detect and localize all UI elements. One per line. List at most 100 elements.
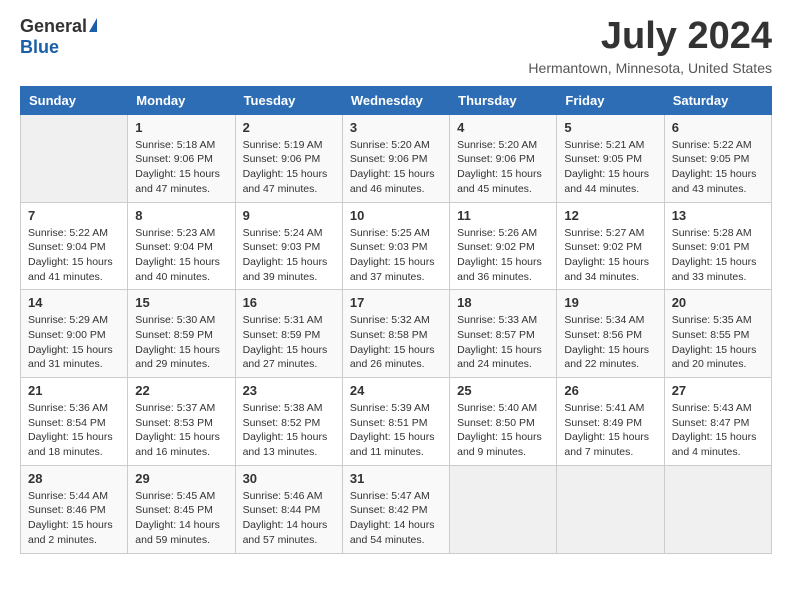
date-number: 16 xyxy=(243,295,335,310)
calendar-cell xyxy=(450,465,557,553)
calendar-cell: 26 Sunrise: 5:41 AM Sunset: 8:49 PM Dayli… xyxy=(557,378,664,466)
month-title: July 2024 xyxy=(528,16,772,58)
date-number: 19 xyxy=(564,295,656,310)
date-number: 21 xyxy=(28,383,120,398)
calendar-cell xyxy=(557,465,664,553)
date-number: 14 xyxy=(28,295,120,310)
date-number: 25 xyxy=(457,383,549,398)
cell-info: Sunrise: 5:18 AM Sunset: 9:06 PM Dayligh… xyxy=(135,138,227,197)
calendar-cell: 19 Sunrise: 5:34 AM Sunset: 8:56 PM Dayli… xyxy=(557,290,664,378)
calendar-cell: 12 Sunrise: 5:27 AM Sunset: 9:02 PM Dayli… xyxy=(557,202,664,290)
title-area: July 2024 Hermantown, Minnesota, United … xyxy=(528,16,772,76)
date-number: 1 xyxy=(135,120,227,135)
cell-info: Sunrise: 5:26 AM Sunset: 9:02 PM Dayligh… xyxy=(457,226,549,285)
calendar-cell: 11Sunrise: 5:26 AM Sunset: 9:02 PM Dayli… xyxy=(450,202,557,290)
logo-general-text: General xyxy=(20,16,87,37)
calendar-cell: 23 Sunrise: 5:38 AM Sunset: 8:52 PM Dayli… xyxy=(235,378,342,466)
cell-info: Sunrise: 5:29 AM Sunset: 9:00 PM Dayligh… xyxy=(28,313,120,372)
cell-info: Sunrise: 5:44 AM Sunset: 8:46 PM Dayligh… xyxy=(28,489,120,548)
calendar-cell: 3 Sunrise: 5:20 AM Sunset: 9:06 PM Daylig… xyxy=(342,114,449,202)
cell-info: Sunrise: 5:23 AM Sunset: 9:04 PM Dayligh… xyxy=(135,226,227,285)
date-number: 20 xyxy=(672,295,764,310)
calendar-cell: 20 Sunrise: 5:35 AM Sunset: 8:55 PM Dayli… xyxy=(664,290,771,378)
date-number: 13 xyxy=(672,208,764,223)
date-number: 18 xyxy=(457,295,549,310)
date-number: 28 xyxy=(28,471,120,486)
date-number: 31 xyxy=(350,471,442,486)
cell-info: Sunrise: 5:31 AM Sunset: 8:59 PM Dayligh… xyxy=(243,313,335,372)
cell-info: Sunrise: 5:20 AM Sunset: 9:06 PM Dayligh… xyxy=(350,138,442,197)
calendar-week-3: 14 Sunrise: 5:29 AM Sunset: 9:00 PM Dayli… xyxy=(21,290,772,378)
calendar-cell: 7Sunrise: 5:22 AM Sunset: 9:04 PM Daylig… xyxy=(21,202,128,290)
cell-info: Sunrise: 5:46 AM Sunset: 8:44 PM Dayligh… xyxy=(243,489,335,548)
cell-info: Sunrise: 5:41 AM Sunset: 8:49 PM Dayligh… xyxy=(564,401,656,460)
date-number: 5 xyxy=(564,120,656,135)
calendar-cell: 22Sunrise: 5:37 AM Sunset: 8:53 PM Dayli… xyxy=(128,378,235,466)
day-header-monday: Monday xyxy=(128,86,235,114)
calendar-cell xyxy=(21,114,128,202)
calendar-header: SundayMondayTuesdayWednesdayThursdayFrid… xyxy=(21,86,772,114)
date-number: 17 xyxy=(350,295,442,310)
calendar-cell: 9Sunrise: 5:24 AM Sunset: 9:03 PM Daylig… xyxy=(235,202,342,290)
day-header-thursday: Thursday xyxy=(450,86,557,114)
cell-info: Sunrise: 5:40 AM Sunset: 8:50 PM Dayligh… xyxy=(457,401,549,460)
date-number: 8 xyxy=(135,208,227,223)
calendar-cell: 30 Sunrise: 5:46 AM Sunset: 8:44 PM Dayli… xyxy=(235,465,342,553)
cell-info: Sunrise: 5:33 AM Sunset: 8:57 PM Dayligh… xyxy=(457,313,549,372)
day-header-friday: Friday xyxy=(557,86,664,114)
date-number: 12 xyxy=(564,208,656,223)
calendar-cell: 4Sunrise: 5:20 AM Sunset: 9:06 PM Daylig… xyxy=(450,114,557,202)
cell-info: Sunrise: 5:43 AM Sunset: 8:47 PM Dayligh… xyxy=(672,401,764,460)
calendar-table: SundayMondayTuesdayWednesdayThursdayFrid… xyxy=(20,86,772,554)
calendar-week-4: 21 Sunrise: 5:36 AM Sunset: 8:54 PM Dayli… xyxy=(21,378,772,466)
date-number: 7 xyxy=(28,208,120,223)
date-number: 30 xyxy=(243,471,335,486)
calendar-cell: 10Sunrise: 5:25 AM Sunset: 9:03 PM Dayli… xyxy=(342,202,449,290)
calendar-cell: 25 Sunrise: 5:40 AM Sunset: 8:50 PM Dayli… xyxy=(450,378,557,466)
cell-info: Sunrise: 5:21 AM Sunset: 9:05 PM Dayligh… xyxy=(564,138,656,197)
cell-info: Sunrise: 5:30 AM Sunset: 8:59 PM Dayligh… xyxy=(135,313,227,372)
calendar-cell: 6Sunrise: 5:22 AM Sunset: 9:05 PM Daylig… xyxy=(664,114,771,202)
calendar-cell: 28 Sunrise: 5:44 AM Sunset: 8:46 PM Dayli… xyxy=(21,465,128,553)
cell-info: Sunrise: 5:25 AM Sunset: 9:03 PM Dayligh… xyxy=(350,226,442,285)
logo: General Blue xyxy=(20,16,97,58)
calendar-cell: 24 Sunrise: 5:39 AM Sunset: 8:51 PM Dayli… xyxy=(342,378,449,466)
calendar-cell: 15 Sunrise: 5:30 AM Sunset: 8:59 PM Dayli… xyxy=(128,290,235,378)
date-number: 26 xyxy=(564,383,656,398)
date-number: 3 xyxy=(350,120,442,135)
day-header-tuesday: Tuesday xyxy=(235,86,342,114)
cell-info: Sunrise: 5:45 AM Sunset: 8:45 PM Dayligh… xyxy=(135,489,227,548)
cell-info: Sunrise: 5:35 AM Sunset: 8:55 PM Dayligh… xyxy=(672,313,764,372)
calendar-cell: 18 Sunrise: 5:33 AM Sunset: 8:57 PM Dayli… xyxy=(450,290,557,378)
location-text: Hermantown, Minnesota, United States xyxy=(528,60,772,76)
day-header-saturday: Saturday xyxy=(664,86,771,114)
cell-info: Sunrise: 5:32 AM Sunset: 8:58 PM Dayligh… xyxy=(350,313,442,372)
day-header-wednesday: Wednesday xyxy=(342,86,449,114)
date-number: 2 xyxy=(243,120,335,135)
cell-info: Sunrise: 5:37 AM Sunset: 8:53 PM Dayligh… xyxy=(135,401,227,460)
date-number: 23 xyxy=(243,383,335,398)
calendar-week-2: 7Sunrise: 5:22 AM Sunset: 9:04 PM Daylig… xyxy=(21,202,772,290)
date-number: 24 xyxy=(350,383,442,398)
calendar-cell: 14 Sunrise: 5:29 AM Sunset: 9:00 PM Dayli… xyxy=(21,290,128,378)
logo-blue-text: Blue xyxy=(20,37,59,58)
calendar-week-1: 1 Sunrise: 5:18 AM Sunset: 9:06 PM Daylig… xyxy=(21,114,772,202)
cell-info: Sunrise: 5:27 AM Sunset: 9:02 PM Dayligh… xyxy=(564,226,656,285)
calendar-cell xyxy=(664,465,771,553)
cell-info: Sunrise: 5:24 AM Sunset: 9:03 PM Dayligh… xyxy=(243,226,335,285)
cell-info: Sunrise: 5:39 AM Sunset: 8:51 PM Dayligh… xyxy=(350,401,442,460)
calendar-cell: 2Sunrise: 5:19 AM Sunset: 9:06 PM Daylig… xyxy=(235,114,342,202)
date-number: 27 xyxy=(672,383,764,398)
cell-info: Sunrise: 5:34 AM Sunset: 8:56 PM Dayligh… xyxy=(564,313,656,372)
calendar-cell: 5 Sunrise: 5:21 AM Sunset: 9:05 PM Daylig… xyxy=(557,114,664,202)
cell-info: Sunrise: 5:28 AM Sunset: 9:01 PM Dayligh… xyxy=(672,226,764,285)
page-header: General Blue July 2024 Hermantown, Minne… xyxy=(20,16,772,76)
date-number: 6 xyxy=(672,120,764,135)
cell-info: Sunrise: 5:38 AM Sunset: 8:52 PM Dayligh… xyxy=(243,401,335,460)
date-number: 4 xyxy=(457,120,549,135)
day-header-sunday: Sunday xyxy=(21,86,128,114)
header-row: SundayMondayTuesdayWednesdayThursdayFrid… xyxy=(21,86,772,114)
logo-triangle-icon xyxy=(89,18,97,32)
cell-info: Sunrise: 5:36 AM Sunset: 8:54 PM Dayligh… xyxy=(28,401,120,460)
date-number: 15 xyxy=(135,295,227,310)
